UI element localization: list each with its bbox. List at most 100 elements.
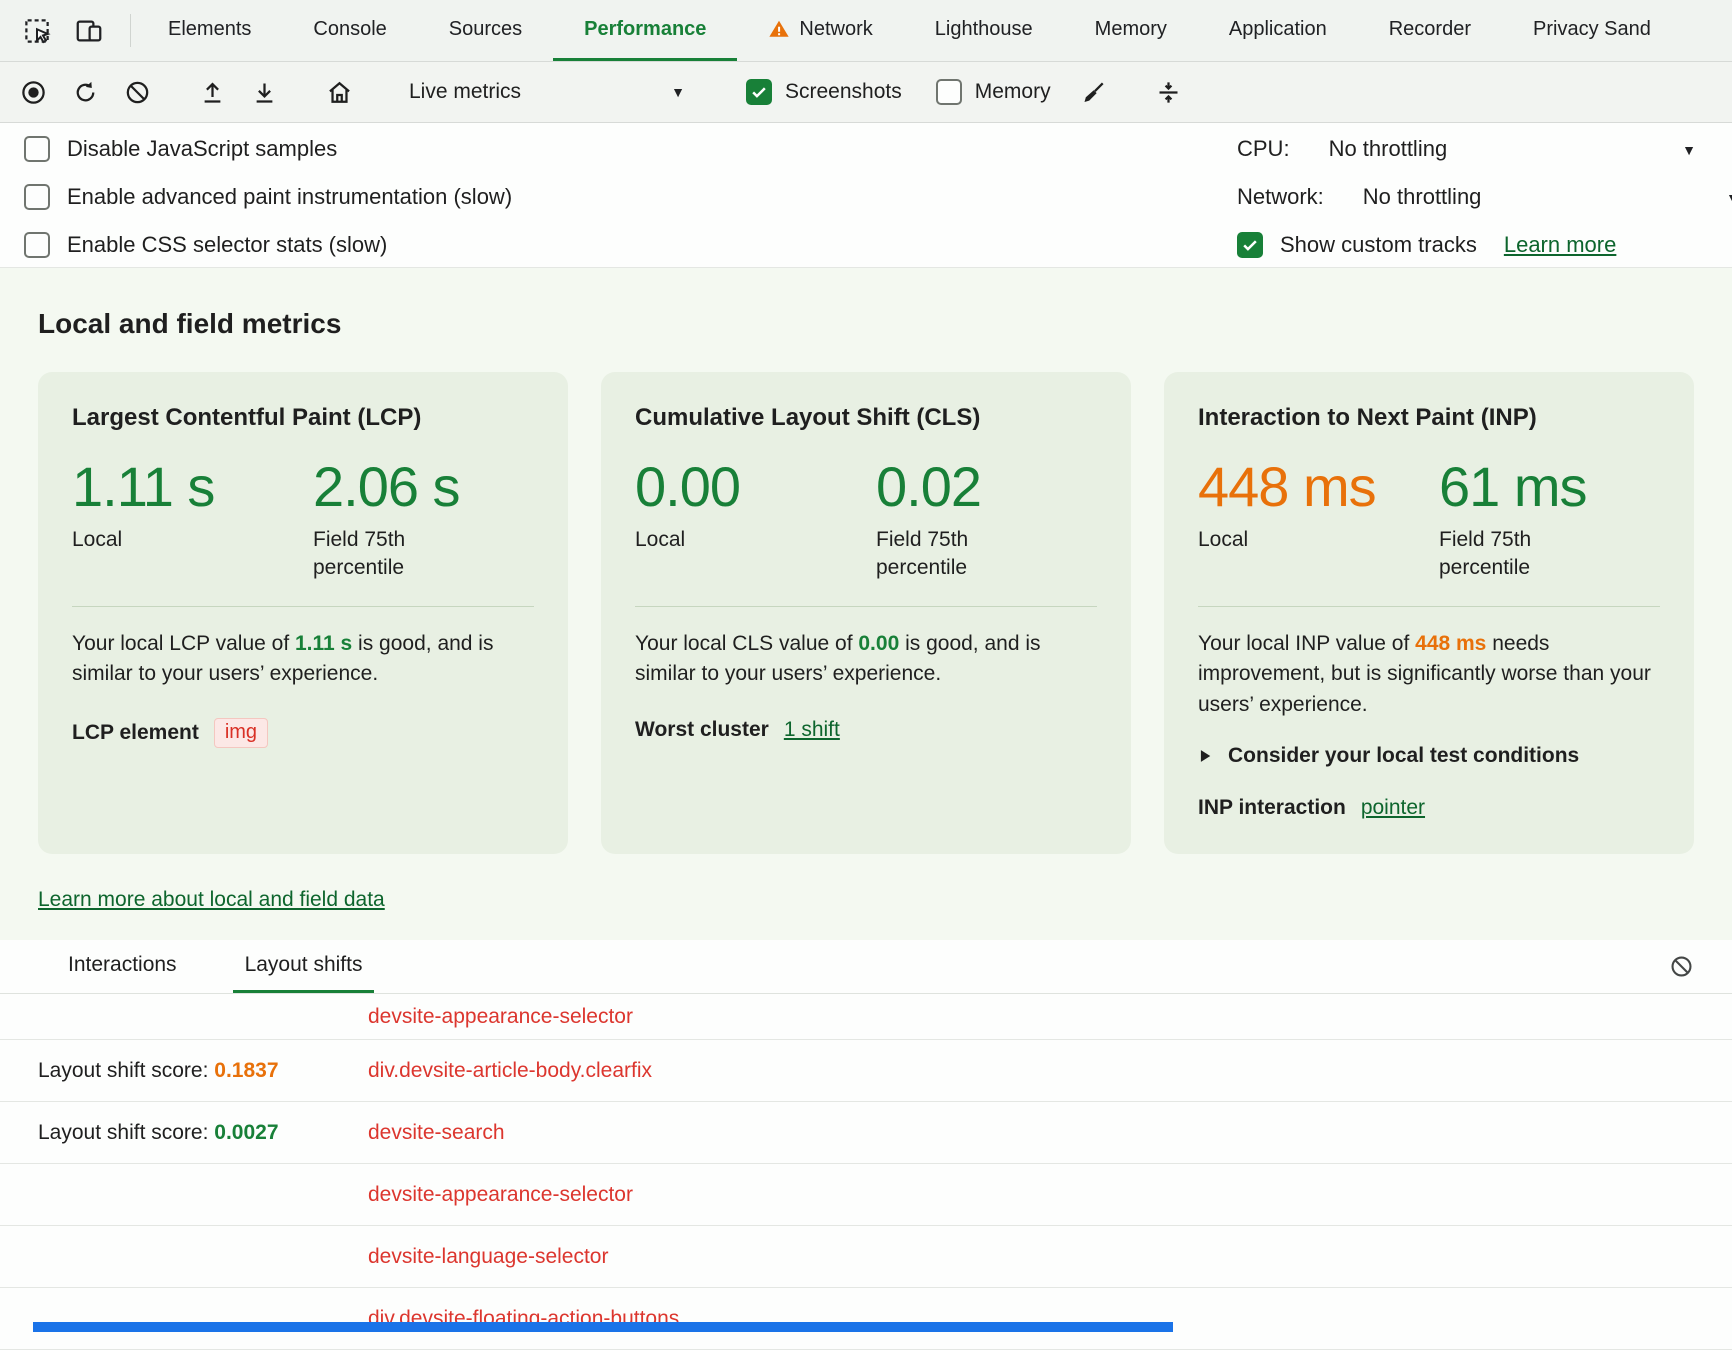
layout-shift-row[interactable]: devsite-language-selector — [0, 1226, 1732, 1288]
capture-settings: Disable JavaScript samples Enable advanc… — [0, 123, 1732, 268]
load-profile-icon[interactable] — [191, 71, 233, 113]
checkbox-unchecked-icon[interactable] — [24, 184, 50, 210]
chevron-down-icon: ▼ — [671, 85, 685, 99]
element-link[interactable]: devsite-appearance-selector — [368, 1005, 1694, 1029]
inp-card: Interaction to Next Paint (INP) 448 ms L… — [1164, 372, 1694, 854]
memory-checkbox[interactable]: Memory — [924, 79, 1063, 105]
clear-icon[interactable] — [116, 71, 158, 113]
tab-label: Privacy Sand — [1533, 18, 1651, 41]
device-toolbar-icon[interactable] — [72, 14, 106, 48]
worst-cluster-link[interactable]: 1 shift — [784, 718, 840, 742]
description-text: Your local LCP value of — [72, 632, 295, 655]
layout-shift-row[interactable]: devsite-appearance-selector — [0, 1164, 1732, 1226]
inp-local-label: Local — [1198, 526, 1328, 554]
history-dropdown[interactable]: Live metrics ▼ — [393, 71, 701, 113]
lcp-element-label: LCP element — [72, 721, 199, 745]
checkbox-unchecked-icon[interactable] — [936, 79, 962, 105]
element-link[interactable]: devsite-appearance-selector — [368, 1183, 1694, 1207]
tab-label: Network — [799, 18, 872, 41]
tab-network[interactable]: Network — [737, 0, 903, 61]
inspect-element-icon[interactable] — [20, 14, 54, 48]
description-text: Your local INP value of — [1198, 632, 1415, 655]
tab-label: Elements — [168, 18, 251, 41]
tabbar-icon-group — [10, 0, 124, 61]
inp-interaction-link[interactable]: pointer — [1361, 796, 1425, 820]
tab-label: Sources — [449, 18, 522, 41]
screenshots-checkbox-label: Screenshots — [785, 80, 902, 104]
custom-tracks-learn-more-link[interactable]: Learn more — [1504, 232, 1617, 258]
save-profile-icon[interactable] — [243, 71, 285, 113]
cls-card: Cumulative Layout Shift (CLS) 0.00 Local… — [601, 372, 1131, 854]
layout-shift-row[interactable]: devsite-appearance-selector — [0, 994, 1732, 1040]
local-test-conditions-disclosure[interactable]: Consider your local test conditions — [1198, 744, 1660, 768]
layout-shift-row[interactable]: div.devsite-floating-action-buttons — [0, 1288, 1732, 1350]
collapse-tracks-icon[interactable] — [1148, 71, 1190, 113]
cpu-select-label: CPU: — [1237, 136, 1290, 162]
element-link[interactable]: devsite-language-selector — [368, 1245, 1694, 1269]
tab-sources[interactable]: Sources — [418, 0, 553, 61]
description-text: Your local CLS value of — [635, 632, 858, 655]
checkbox-checked-icon[interactable] — [1237, 232, 1263, 258]
tab-elements[interactable]: Elements — [137, 0, 282, 61]
screenshots-checkbox[interactable]: Screenshots — [734, 79, 914, 105]
tab-label: Interactions — [68, 953, 177, 976]
cpu-throttling-select[interactable]: CPU: No throttling ▼ — [1237, 131, 1732, 167]
tab-interactions[interactable]: Interactions — [56, 941, 189, 993]
garbage-collect-icon[interactable] — [1073, 71, 1115, 113]
card-title: Interaction to Next Paint (INP) — [1198, 404, 1660, 432]
lcp-element-chip[interactable]: img — [214, 718, 268, 748]
home-live-metrics-icon[interactable] — [318, 71, 360, 113]
element-link[interactable]: devsite-search — [368, 1121, 1694, 1145]
tab-memory[interactable]: Memory — [1064, 0, 1198, 61]
cls-description: Your local CLS value of 0.00 is good, an… — [635, 629, 1097, 690]
tab-label: Performance — [584, 18, 706, 41]
record-icon[interactable] — [12, 71, 54, 113]
chevron-down-icon: ▼ — [1726, 191, 1732, 205]
layout-shift-row[interactable]: Layout shift score: 0.1837 div.devsite-a… — [0, 1040, 1732, 1102]
lcp-field-value: 2.06 s — [313, 458, 460, 516]
inp-field-label: Field 75th percentile — [1439, 526, 1569, 581]
worst-cluster-label: Worst cluster — [635, 718, 769, 742]
cpu-select-value: No throttling — [1329, 136, 1448, 162]
inp-description: Your local INP value of 448 ms needs imp… — [1198, 629, 1660, 720]
clear-log-icon[interactable] — [1660, 946, 1702, 988]
score-label: Layout shift score: — [38, 1121, 214, 1144]
lcp-local-label: Local — [72, 526, 202, 554]
cls-field-label: Field 75th percentile — [876, 526, 1006, 581]
card-title: Cumulative Layout Shift (CLS) — [635, 404, 1097, 432]
setting-label: Enable CSS selector stats (slow) — [67, 232, 387, 258]
warning-icon — [768, 18, 790, 40]
disclosure-label: Consider your local test conditions — [1228, 744, 1579, 768]
selected-row-highlight — [33, 1322, 1173, 1332]
lcp-local-value: 1.11 s — [72, 458, 313, 516]
live-metrics-logs: Interactions Layout shifts devsite-appea… — [0, 940, 1732, 1350]
tab-performance[interactable]: Performance — [553, 0, 737, 61]
reload-and-record-icon[interactable] — [64, 71, 106, 113]
tab-layout-shifts[interactable]: Layout shifts — [233, 941, 375, 993]
tab-privacy-sandbox[interactable]: Privacy Sand — [1502, 0, 1682, 61]
tab-console[interactable]: Console — [282, 0, 417, 61]
element-link[interactable]: div.devsite-article-body.clearfix — [368, 1059, 1694, 1083]
score-value: 0.1837 — [214, 1059, 278, 1082]
network-throttling-select[interactable]: Network: No throttling ▼ — [1237, 179, 1732, 215]
setting-label: Enable advanced paint instrumentation (s… — [67, 184, 512, 210]
tab-lighthouse[interactable]: Lighthouse — [904, 0, 1064, 61]
layout-shift-row[interactable]: Layout shift score: 0.0027 devsite-searc… — [0, 1102, 1732, 1164]
field-data-learn-more-link[interactable]: Learn more about local and field data — [38, 888, 385, 912]
cls-field-value: 0.02 — [876, 458, 1006, 516]
setting-label: Disable JavaScript samples — [67, 136, 337, 162]
tab-application[interactable]: Application — [1198, 0, 1358, 61]
inp-local-value: 448 ms — [1198, 458, 1439, 516]
checkbox-checked-icon[interactable] — [746, 79, 772, 105]
tab-recorder[interactable]: Recorder — [1358, 0, 1502, 61]
setting-label: Show custom tracks — [1280, 232, 1477, 258]
cls-local-label: Local — [635, 526, 765, 554]
show-custom-tracks-checkbox[interactable]: Show custom tracks Learn more — [1237, 227, 1732, 263]
divider — [130, 14, 131, 47]
local-field-metrics-section: Local and field metrics Largest Contentf… — [0, 268, 1732, 940]
checkbox-unchecked-icon[interactable] — [24, 136, 50, 162]
section-title: Local and field metrics — [38, 308, 1694, 340]
checkbox-unchecked-icon[interactable] — [24, 232, 50, 258]
inp-field-value: 61 ms — [1439, 458, 1587, 516]
tab-label: Application — [1229, 18, 1327, 41]
